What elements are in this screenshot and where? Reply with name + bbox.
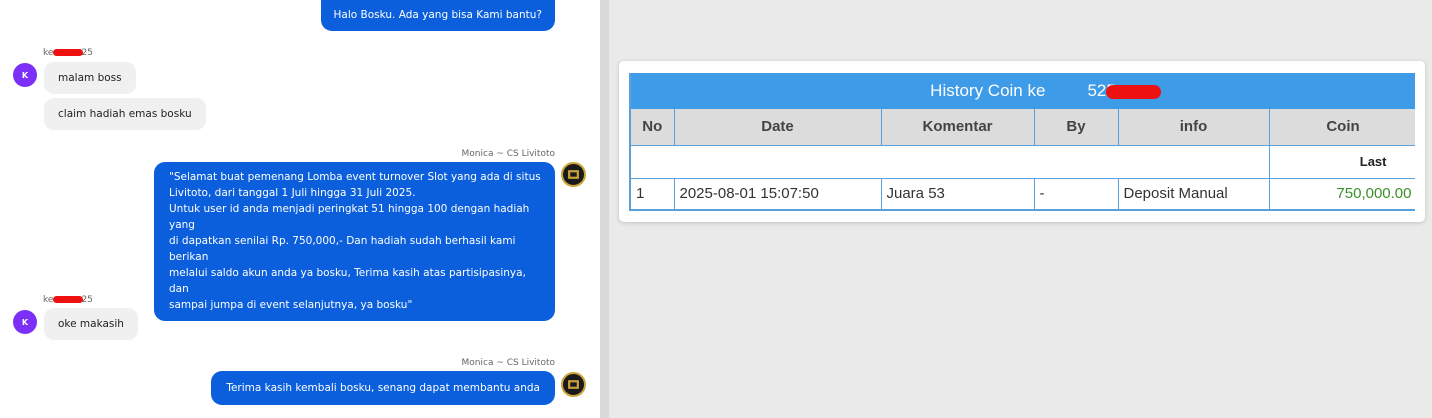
- message-text: Terima kasih kembali bosku, senang dapat…: [226, 382, 540, 394]
- redaction-mark: [53, 49, 83, 56]
- message-line: "Selamat buat pemenang Lomba event turno…: [169, 171, 541, 183]
- message-line: Untuk user id anda menjadi peringkat 51 …: [169, 203, 530, 231]
- column-header-no[interactable]: No: [631, 109, 675, 146]
- cell-by: -: [1034, 178, 1119, 209]
- subheader-last: Last: [1269, 145, 1415, 179]
- cell-date: 2025-08-01 15:07:50: [674, 178, 882, 209]
- cell-komentar: Juara 53: [881, 178, 1035, 209]
- history-background: History Coin ke 525 No Date Komentar By …: [609, 0, 1432, 418]
- column-header-info[interactable]: info: [1118, 109, 1270, 146]
- agent-avatar-logo-icon: [561, 372, 586, 397]
- agent-avatar-logo-icon: [561, 162, 586, 187]
- cell-no: 1: [631, 178, 675, 209]
- history-coin-card: History Coin ke 525 No Date Komentar By …: [619, 61, 1425, 222]
- message-text: oke makasih: [58, 318, 124, 330]
- user-avatar: K: [13, 310, 37, 334]
- column-header-coin[interactable]: Coin: [1269, 109, 1415, 146]
- agent-message-bubble: Halo Bosku. Ada yang bisa Kami bantu?: [320, 0, 555, 31]
- message-text: Halo Bosku. Ada yang bisa Kami bantu?: [333, 9, 542, 21]
- message-line: melalui saldo akun anda ya bosku, Terima…: [169, 267, 526, 295]
- message-line: Livitoto, dari tanggal 1 Juli hingga 31 …: [169, 187, 416, 199]
- table-header-row: No Date Komentar By info Coin: [631, 109, 1415, 146]
- column-header-komentar[interactable]: Komentar: [881, 109, 1035, 146]
- history-coin-table: No Date Komentar By info Coin Last 1 202…: [631, 109, 1415, 209]
- user-message-bubble: claim hadiah emas bosku: [44, 98, 206, 130]
- message-line: sampai jumpa di event selanjutnya, ya bo…: [169, 299, 413, 311]
- user-message-bubble: oke makasih: [44, 308, 138, 340]
- panel-divider[interactable]: [600, 0, 609, 418]
- column-header-by[interactable]: By: [1034, 109, 1119, 146]
- agent-sender-name: Monica ~ CS Livitoto: [461, 358, 555, 368]
- message-line: di dapatkan senilai Rp. 750,000,- Dan ha…: [169, 235, 516, 263]
- column-header-date[interactable]: Date: [674, 109, 882, 146]
- history-coin-table-wrapper[interactable]: History Coin ke 525 No Date Komentar By …: [629, 73, 1415, 211]
- table-subheader-row: Last: [631, 145, 1415, 179]
- message-text: malam boss: [58, 72, 122, 84]
- redaction-mark: [53, 296, 83, 303]
- agent-message-bubble: Terima kasih kembali bosku, senang dapat…: [211, 371, 555, 405]
- table-title: History Coin ke 525: [631, 73, 1415, 109]
- agent-message-bubble: "Selamat buat pemenang Lomba event turno…: [154, 162, 555, 321]
- user-message-bubble: malam boss: [44, 62, 136, 94]
- user-avatar: K: [13, 63, 37, 87]
- cell-coin: 750,000.00: [1269, 178, 1415, 209]
- redaction-mark: [1106, 85, 1161, 99]
- chat-panel[interactable]: Halo Bosku. Ada yang bisa Kami bantu? ke…: [0, 0, 600, 418]
- table-row: 1 2025-08-01 15:07:50 Juara 53 - Deposit…: [631, 178, 1415, 209]
- subheader-empty: [631, 145, 1270, 179]
- agent-sender-name: Monica ~ CS Livitoto: [461, 149, 555, 159]
- message-text: claim hadiah emas bosku: [58, 108, 192, 120]
- cell-info: Deposit Manual: [1118, 178, 1270, 209]
